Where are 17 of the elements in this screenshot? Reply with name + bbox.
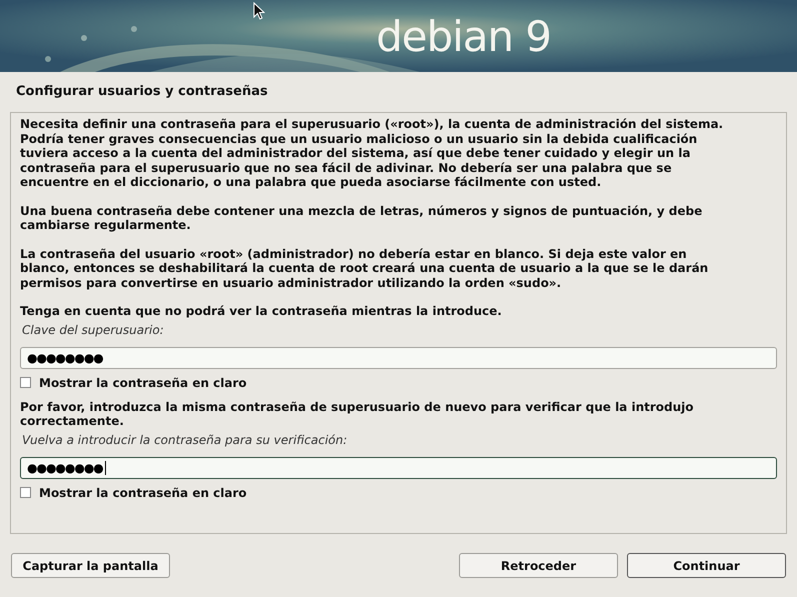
back-button[interactable]: Retroceder	[459, 553, 618, 578]
field-label: Clave del superusuario:	[22, 322, 165, 338]
instruction-text: Una buena contraseña debe contener una mezcla de letras, números y signos de puntuación, y debe cambiarse regularmente.	[20, 204, 704, 232]
show-password-checkbox[interactable]: Mostrar la contraseña en claro	[20, 374, 777, 392]
instruction-text: Tenga en cuenta que no podrá ver la contraseña mientras la introduce.	[20, 304, 503, 318]
mouse-pointer-icon	[253, 2, 265, 20]
instruction-text: La contraseña del usuario «root» (administrador) no debería estar en blanco. Si deja este valor en blanco, entonces se deshabilitará la cuenta de root creará una cuenta de usuario a la que se le darán permisos para convertirse en usuario administrador utilizando la orden «sudo».	[20, 246, 710, 290]
show-password-checkbox[interactable]: Mostrar la contraseña en claro	[20, 484, 777, 502]
screenshot-button[interactable]: Capturar la pantalla	[11, 553, 170, 578]
password-field[interactable]: ●●●●●●●●	[20, 346, 777, 368]
debian-logo: debian 9	[376, 10, 551, 62]
continue-button[interactable]: Continuar	[627, 553, 786, 578]
instruction-text: Necesita definir una contraseña para el superusuario («root»), la cuenta de administración del sistema. Podría tener graves consecuencias que un usuario malicioso o un usuario sin la debida cualificación tuviera acceso a la cuenta del administrador del sistema, así que debe tener cuidado y elegir un la contraseña para el superusuario que no sea fácil de adivinar. No debería ser una palabra que se encuentre en el diccionario, o una palabra que pueda asociarse fácilmente con usted.	[20, 117, 724, 190]
instruction-text: Por favor, introduzca la misma contraseña de superusuario de nuevo para verificar que la introdujo correctamente.	[20, 400, 694, 428]
page-title: Configurar usuarios y contraseñas	[16, 83, 268, 102]
password-field[interactable]: ●●●●●●●●	[20, 456, 777, 478]
field-label: Vuelva a introducir la contraseña para su verificación:	[22, 432, 348, 448]
